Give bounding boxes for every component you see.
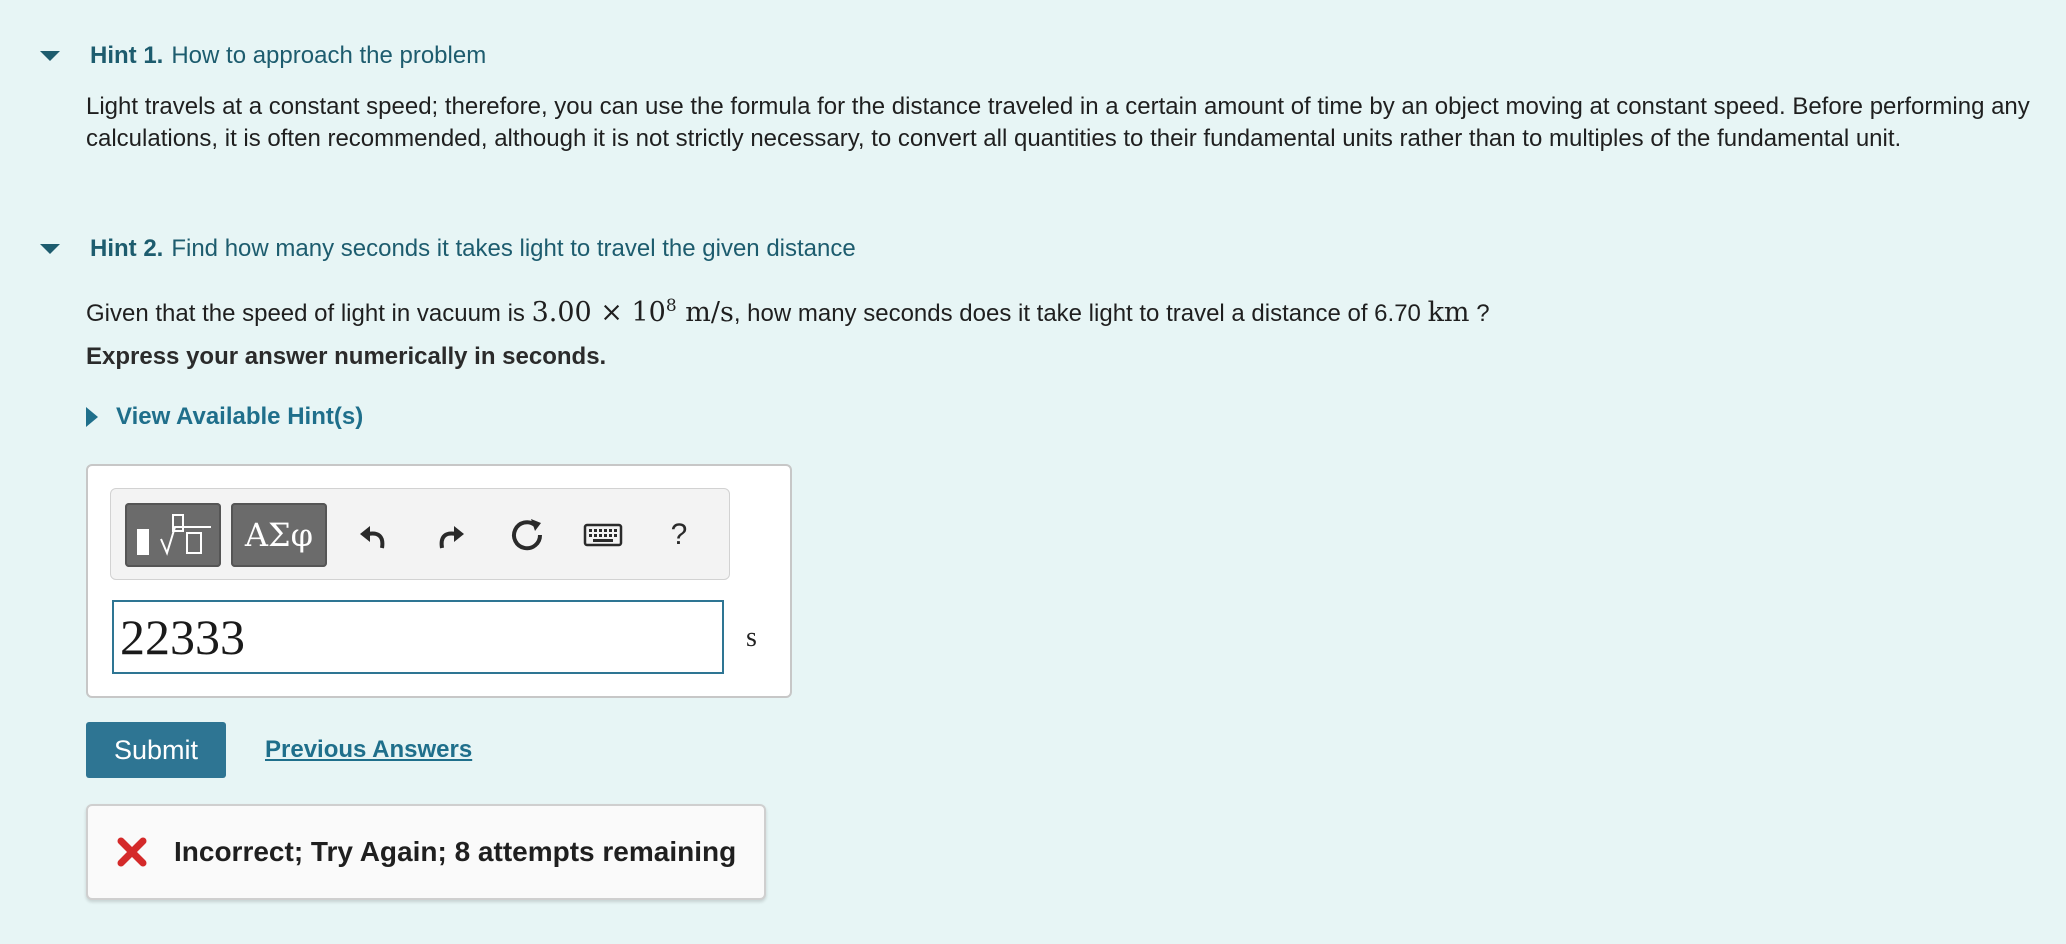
view-available-hints-link[interactable]: View Available Hint(s) <box>86 403 363 431</box>
math-toolbar: ΑΣφ ? <box>110 488 730 580</box>
feedback-panel: Incorrect; Try Again; 8 attempts remaini… <box>86 804 766 900</box>
keyboard-button[interactable] <box>581 513 625 557</box>
x-icon <box>117 837 147 867</box>
answer-input[interactable] <box>112 600 724 674</box>
answer-panel: ΑΣφ ? 22333 s <box>86 464 792 698</box>
feedback-text: Incorrect; Try Again; 8 attempts remaini… <box>174 836 737 867</box>
undo-icon <box>360 526 385 549</box>
greek-symbols-button[interactable]: ΑΣφ <box>231 503 327 567</box>
answer-unit: s <box>746 622 757 653</box>
view-hints-label: View Available Hint(s) <box>116 403 364 430</box>
redo-button[interactable] <box>429 513 473 557</box>
distance-unit: km <box>1427 297 1470 328</box>
speed-unit: m/s <box>676 297 734 328</box>
hint2-header[interactable]: Hint 2. Find how many seconds it takes l… <box>0 235 856 263</box>
collapse-caret-icon <box>40 51 60 61</box>
reset-button[interactable] <box>505 513 549 557</box>
hint1-number: Hint 1. <box>90 42 164 69</box>
question-text-pre: Given that the speed of light in vacuum … <box>86 300 532 327</box>
help-button[interactable]: ? <box>657 513 701 557</box>
previous-answers-link[interactable]: Previous Answers <box>265 736 472 764</box>
collapse-caret-icon <box>40 244 60 254</box>
hint1-body: Light travels at a constant speed; there… <box>86 93 2030 152</box>
templates-icon <box>137 514 211 556</box>
expand-caret-icon <box>86 407 98 427</box>
hint2-number: Hint 2. <box>90 235 164 262</box>
hint1-title: How to approach the problem <box>171 42 487 69</box>
reset-icon <box>512 519 543 551</box>
hint2-question: Given that the speed of light in vacuum … <box>86 290 2036 330</box>
redo-icon <box>439 526 464 549</box>
speed-value: 3.00 × 108 m/s <box>531 296 734 328</box>
hint2-title: Find how many seconds it takes light to … <box>171 235 856 262</box>
question-text-mid: , how many seconds does it take light to… <box>733 300 1428 327</box>
submit-button[interactable]: Submit <box>86 722 226 778</box>
undo-button[interactable] <box>351 513 395 557</box>
speed-exponent: 8 <box>665 296 677 316</box>
speed-mantissa: 3.00 × 10 <box>531 297 666 328</box>
keyboard-icon <box>583 523 623 547</box>
answer-instruction: Express your answer numerically in secon… <box>86 343 607 370</box>
hint1-header[interactable]: Hint 1. How to approach the problem <box>0 42 486 70</box>
templates-button[interactable] <box>125 503 221 567</box>
question-text-post: ? <box>1469 300 1490 327</box>
